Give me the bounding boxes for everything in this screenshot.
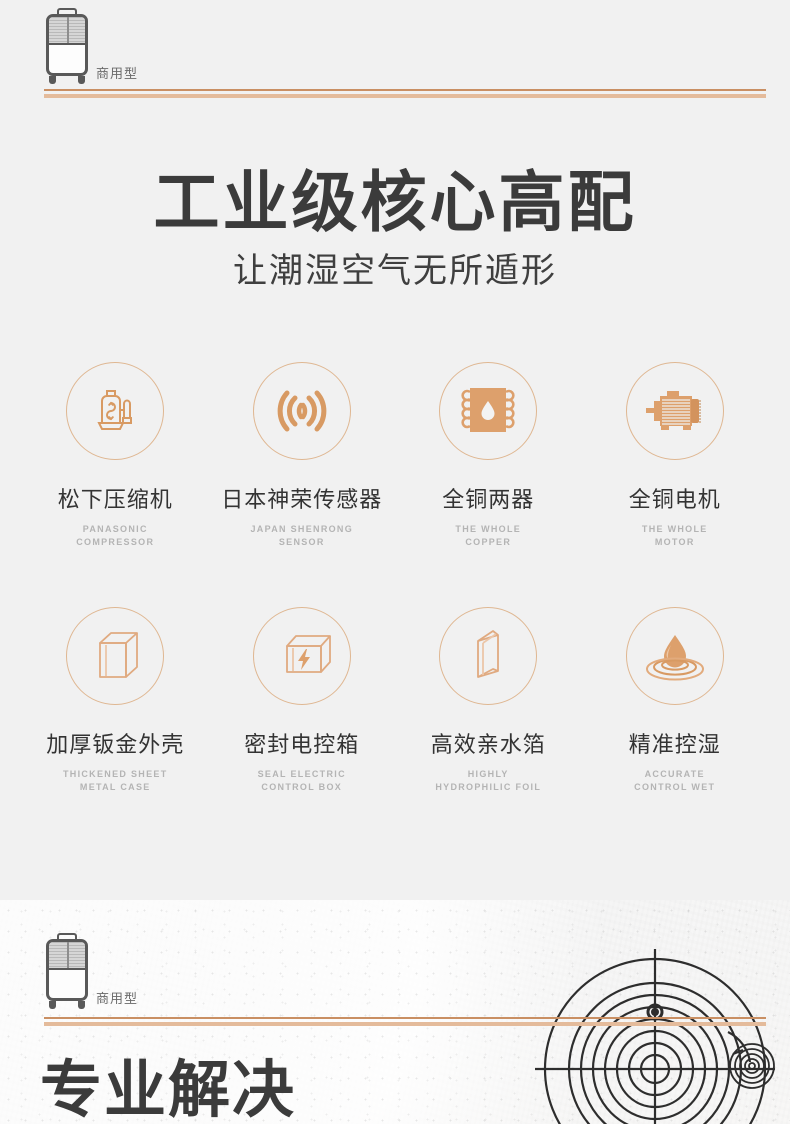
divider-line-dark (44, 89, 766, 91)
feature-subtitle-line1: HIGHLY (467, 769, 509, 780)
feature-item-humidity-control: 精准控湿 ACCURATE CONTROL WET (582, 607, 769, 794)
feature-item-copper: 全铜两器 THE WHOLE COPPER (395, 362, 582, 549)
core-specs-section: 商用型 工业级核心高配 让潮湿空气无所遁形 松下压缩机 PANASONIC CO… (0, 0, 790, 900)
brand-label: 商用型 (96, 991, 139, 1006)
dehumidifier-wheel-left (49, 76, 56, 84)
feature-subtitle: JAPAN SHENRONG SENSOR (209, 523, 396, 549)
compressor-icon (97, 390, 133, 430)
dehumidifier-icon (44, 8, 90, 84)
feature-subtitle-line1: THE WHOLE (641, 524, 708, 534)
water-droplet-ripple-icon (645, 635, 704, 681)
feature-item-compressor: 松下压缩机 PANASONIC COMPRESSOR (22, 362, 209, 549)
feature-subtitle-line2: CONTROL WET (634, 782, 716, 793)
foil-panel-icon (477, 630, 500, 678)
solution-section: 商用型 专业解决 (0, 900, 790, 1124)
feature-icon-circle (66, 607, 165, 706)
feature-subtitle-line2: COPPER (465, 537, 512, 548)
feature-name: 密封电控箱 (244, 732, 360, 758)
headline-block: 工业级核心高配 让潮湿空气无所遁形 (0, 165, 790, 291)
feature-name: 全铜两器 (442, 487, 535, 512)
feature-icon-circle (252, 607, 351, 706)
brand-strip-top: 商用型 (0, 0, 790, 110)
dehumidifier-wheel-right (78, 1001, 85, 1009)
feature-subtitle: THICKENED SHEET METAL CASE (22, 768, 209, 794)
feature-item-foil: 高效亲水箔 HIGHLY HYDROPHILIC FOIL (395, 607, 582, 794)
feature-name: 全铜电机 (628, 487, 721, 512)
feature-name: 松下压缩机 (57, 487, 173, 512)
feature-subtitle-line2: COMPRESSOR (76, 537, 155, 548)
dehumidifier-wheel-right (78, 76, 85, 84)
feature-subtitle: PANASONIC COMPRESSOR (22, 523, 209, 549)
feature-subtitle: THE WHOLE COPPER (395, 523, 582, 549)
feature-subtitle-line1: JAPAN SHENRONG (250, 524, 354, 534)
feature-subtitle-line2: CONTROL BOX (261, 782, 343, 793)
feature-name: 精准控湿 (628, 732, 721, 758)
electric-motor-icon (645, 391, 701, 430)
solution-title: 专业解决 (40, 1056, 297, 1124)
dehumidifier-grille (49, 17, 85, 45)
feature-name: 加厚钣金外壳 (46, 732, 185, 758)
brand-label: 商用型 (96, 66, 139, 81)
feature-subtitle-line1: THICKENED SHEET (62, 769, 168, 780)
feature-subtitle-line2: MOTOR (654, 537, 695, 548)
brand-strip-bottom: 商用型 (0, 900, 790, 1035)
feature-icon-circle (625, 607, 724, 706)
control-box-bolt-icon (285, 635, 331, 673)
divider-rules-top (44, 89, 766, 98)
divider-line-light (44, 94, 766, 98)
feature-subtitle-line2: SENSOR (278, 537, 325, 548)
feature-icon-circle (625, 362, 724, 460)
feature-icon-circle (439, 362, 538, 460)
feature-subtitle-line1: THE WHOLE (455, 524, 522, 534)
feature-subtitle: HIGHLY HYDROPHILIC FOIL (395, 768, 582, 794)
feature-subtitle: SEAL ELECTRIC CONTROL BOX (209, 768, 396, 794)
feature-subtitle-line1: SEAL ELECTRIC (257, 769, 346, 780)
feature-item-metal-case: 加厚钣金外壳 THICKENED SHEET METAL CASE (22, 607, 209, 794)
divider-line-dark (44, 1017, 766, 1019)
metal-case-box-icon (99, 632, 139, 678)
page-title: 工业级核心高配 (153, 165, 637, 239)
feature-icon-circle (66, 362, 165, 460)
divider-rules-bottom (44, 1017, 766, 1026)
dehumidifier-grille (49, 942, 85, 970)
feature-subtitle-line2: METAL CASE (79, 782, 151, 793)
copper-coil-icon (461, 388, 515, 432)
dehumidifier-wheel-left (49, 1001, 56, 1009)
feature-subtitle-line1: ACCURATE (644, 769, 705, 780)
feature-subtitle: THE WHOLE MOTOR (582, 523, 769, 549)
feature-item-motor: 全铜电机 THE WHOLE MOTOR (582, 362, 769, 549)
brand-row: 商用型 (44, 933, 138, 1009)
feature-subtitle-line1: PANASONIC (82, 524, 148, 534)
feature-name: 高效亲水箔 (430, 732, 546, 758)
feature-name: 日本神荣传感器 (221, 487, 383, 512)
dehumidifier-body (46, 14, 88, 76)
feature-item-sensor: 日本神荣传感器 JAPAN SHENRONG SENSOR (209, 362, 396, 549)
product-detail-page: 商用型 工业级核心高配 让潮湿空气无所遁形 松下压缩机 PANASONIC CO… (0, 0, 790, 1124)
feature-grid: 松下压缩机 PANASONIC COMPRESSOR 日本神荣传感器 JAPAN… (22, 362, 768, 794)
feature-icon-circle (252, 362, 351, 460)
feature-subtitle-line2: HYDROPHILIC FOIL (435, 782, 542, 793)
feature-subtitle: ACCURATE CONTROL WET (582, 768, 769, 794)
page-subtitle: 让潮湿空气无所遁形 (233, 252, 557, 291)
feature-icon-circle (439, 607, 538, 706)
divider-line-light (44, 1022, 766, 1026)
sensor-waves-icon (277, 390, 327, 432)
dehumidifier-icon (44, 933, 90, 1009)
brand-row: 商用型 (44, 8, 138, 84)
feature-item-control-box: 密封电控箱 SEAL ELECTRIC CONTROL BOX (209, 607, 396, 794)
dehumidifier-body (46, 939, 88, 1001)
